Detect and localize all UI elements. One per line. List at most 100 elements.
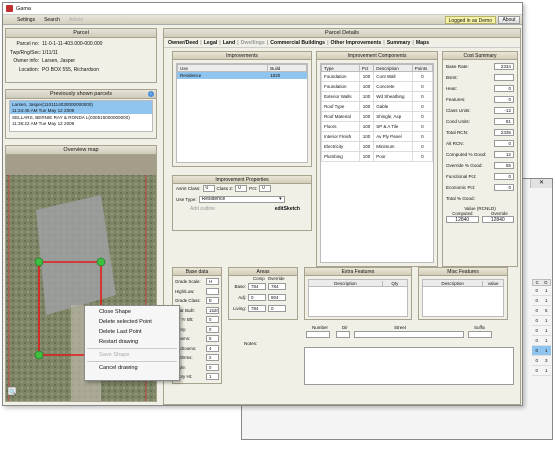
tab-summary[interactable]: Summary	[387, 40, 411, 46]
background-row[interactable]: 03	[532, 356, 551, 366]
tab-commercial-buildings[interactable]: Commercial Buildings	[270, 40, 325, 46]
computed-value[interactable]: 12840	[446, 216, 479, 223]
base-field-input[interactable]: 0	[206, 325, 219, 333]
cost-field-input[interactable]: 2335	[494, 129, 514, 136]
cost-field-input[interactable]: 0	[494, 173, 514, 180]
component-cell: 100	[358, 141, 375, 152]
component-cell: Plumbing	[321, 151, 360, 162]
component-cell: Minimum	[373, 141, 413, 152]
cost-field-input[interactable]: 55	[494, 162, 514, 169]
component-row[interactable]: Interior Finish 100 Av Ply Panel 0	[321, 131, 434, 142]
base-field-input[interactable]: E	[206, 297, 219, 305]
close-icon[interactable]: ✕	[539, 180, 544, 186]
base-field-input[interactable]: 4	[206, 344, 219, 352]
cost-field-input[interactable]: 0	[494, 96, 514, 103]
tab-owner-deed[interactable]: Owner/Deed	[168, 40, 198, 46]
component-cell: 100	[358, 101, 375, 112]
component-row[interactable]: Foundation 100 Concrete 0	[321, 81, 434, 92]
number-input[interactable]	[306, 331, 330, 338]
add-outline-link: Add outline	[190, 206, 216, 212]
class2-input[interactable]: 0	[235, 184, 248, 192]
component-row[interactable]: Exterior Walls 100 Wd Sheathing 0	[321, 91, 434, 102]
context-menu-item-cancel-drawing[interactable]: Cancel drawing	[85, 363, 179, 373]
tab-maps[interactable]: Maps	[416, 40, 429, 46]
menu-admin[interactable]: Admin	[69, 17, 83, 23]
info-icon[interactable]: i	[148, 91, 154, 97]
components-col-header[interactable]: Description	[373, 64, 413, 72]
context-menu-item-delete-last-point[interactable]: Delete Last Point	[85, 327, 179, 337]
base-field-input[interactable]: 0	[206, 363, 219, 371]
street-input[interactable]	[354, 331, 464, 338]
suffix-input[interactable]	[468, 331, 492, 338]
context-menu-item-close-shape[interactable]: Close Shape	[85, 307, 179, 317]
prev-parcel-item[interactable]: SELLARS, BERNIE RAY & RONDA L(0305150000…	[10, 114, 152, 127]
component-row[interactable]: Foundation 100 Cont Wall 0	[321, 71, 434, 82]
tab-dwellings[interactable]: Dwellings	[241, 40, 265, 46]
background-row[interactable]: 01	[532, 346, 551, 356]
improvements-col-header[interactable]: Build	[267, 64, 307, 72]
col-header-c: C	[535, 280, 539, 285]
context-menu-item-delete-selected-point[interactable]: Delete selected Point	[85, 317, 179, 327]
about-button[interactable]: About	[498, 16, 520, 24]
component-cell: 0	[411, 81, 434, 92]
components-col-header[interactable]: Type	[321, 64, 360, 72]
area-override-input[interactable]: 804	[268, 294, 286, 301]
component-cell: 100	[358, 81, 375, 92]
notes-textarea[interactable]	[304, 347, 514, 385]
area-comp-input[interactable]: 0	[248, 294, 266, 301]
comp-label: Comp	[253, 276, 265, 281]
background-row[interactable]: 01	[532, 366, 551, 376]
override-value[interactable]: 12840	[481, 216, 514, 223]
component-row[interactable]: Roof Type 100 Gable 0	[321, 101, 434, 112]
background-row[interactable]: 01	[532, 286, 551, 296]
base-field-input[interactable]: H	[206, 278, 219, 286]
menu-settings[interactable]: Settings	[17, 17, 35, 23]
background-row[interactable]: 01	[532, 326, 551, 336]
cost-field-input[interactable]: 12	[494, 151, 514, 158]
menu-search[interactable]: Search	[44, 17, 60, 23]
base-field-input[interactable]: 2	[206, 354, 219, 362]
base-field-input[interactable]: 5	[206, 335, 219, 343]
improvement-row[interactable]: Residence 1520	[176, 71, 307, 79]
component-row[interactable]: Floors 100 SP & A Tile 0	[321, 121, 434, 132]
area-comp-input[interactable]: 784	[248, 305, 266, 312]
background-row[interactable]: 05	[532, 306, 551, 316]
area-comp-input[interactable]: 784	[248, 283, 266, 290]
tab-other-improvements[interactable]: Other Improvements	[331, 40, 382, 46]
components-col-header[interactable]: Pct	[358, 64, 375, 72]
logged-in-label: Logged in as Demo	[444, 16, 496, 24]
area-override-input[interactable]: 784	[268, 283, 286, 290]
tab-land[interactable]: Land	[223, 40, 235, 46]
cost-field-input[interactable]: 2334	[494, 63, 514, 70]
cost-field-input[interactable]: 0	[494, 184, 514, 191]
base-field-input[interactable]: 0	[206, 316, 219, 324]
edit-sketch-link[interactable]: editSketch	[275, 206, 308, 212]
components-col-header[interactable]: Points	[411, 64, 434, 72]
asmt-class-input[interactable]: 0	[202, 184, 215, 192]
background-row[interactable]: 01	[532, 296, 551, 306]
component-row[interactable]: Plumbing 100 Poor 0	[321, 151, 434, 162]
dir-input[interactable]	[336, 331, 350, 338]
cost-field-input[interactable]: 0	[494, 85, 514, 92]
components-table[interactable]: Type Pct Description Points Foundation 100 Con…	[321, 64, 434, 162]
magnify-icon: 🔍	[9, 388, 17, 396]
base-field-input[interactable]: 1	[206, 373, 219, 381]
component-row[interactable]: Roof Material 100 Shingle, Asp 0	[321, 111, 434, 122]
area-override-input[interactable]: 0	[268, 305, 286, 312]
base-field-input[interactable]	[206, 287, 219, 295]
prev-parcel-item[interactable]: Larsen, Jasper(1101114030000000000) 11:34…	[10, 101, 152, 114]
improvements-col-header[interactable]: Use	[176, 64, 269, 72]
background-row[interactable]: 01	[532, 336, 551, 346]
cost-field-input[interactable]	[494, 74, 514, 81]
component-row[interactable]: Electricity 100 Minimum 0	[321, 141, 434, 152]
base-field-input[interactable]: 1520	[206, 306, 219, 314]
tab-legal[interactable]: Legal	[204, 40, 218, 46]
background-row[interactable]: 01	[532, 316, 551, 326]
context-menu-item-restart-drawing[interactable]: Restart drawing	[85, 337, 179, 347]
cost-field-input[interactable]: 0	[494, 140, 514, 147]
cost-field-input[interactable]: -12	[494, 107, 514, 114]
use-type-select[interactable]: Residence ▾	[198, 195, 285, 203]
pct-input[interactable]: 0	[259, 184, 272, 192]
improvements-table[interactable]: Use Build Residence 1520	[176, 64, 307, 79]
cost-field-input[interactable]: 81	[494, 118, 514, 125]
